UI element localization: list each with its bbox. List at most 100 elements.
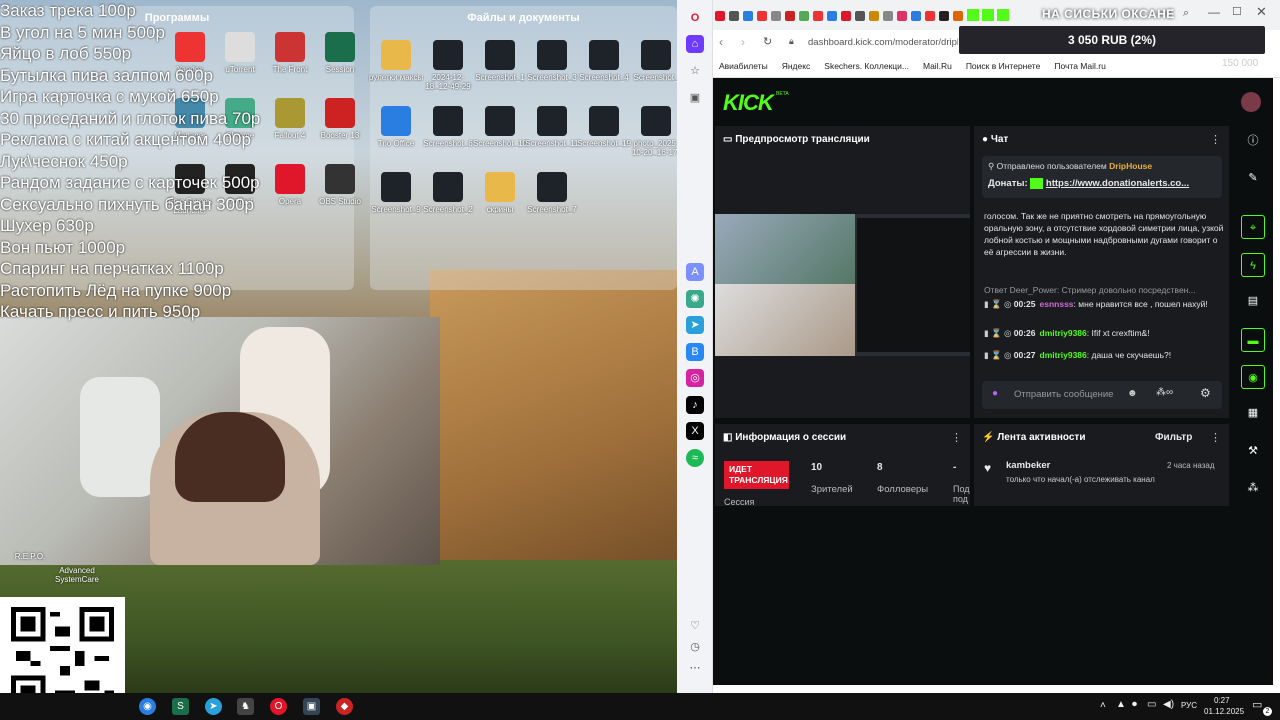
- desktop-icon-file[interactable]: рулетки максы: [368, 40, 424, 82]
- donate-link[interactable]: https://www.donationalerts.co...: [1046, 178, 1189, 189]
- bookmark-item[interactable]: Авиабилеты: [719, 61, 768, 71]
- desktop-icon-file[interactable]: Screenshot_9: [368, 172, 424, 214]
- rail-bolt-icon[interactable]: ϟ: [1241, 253, 1265, 277]
- desktop-icon-file[interactable]: Screenshot_3: [524, 40, 580, 82]
- desktop-icon-file[interactable]: Screenshot_2: [420, 172, 476, 214]
- forward-button[interactable]: ›: [741, 35, 745, 49]
- desktop-icon-file[interactable]: Screenshot_1: [472, 40, 528, 82]
- url-field[interactable]: dashboard.kick.com/moderator/driph: [808, 37, 958, 48]
- rail-info-icon[interactable]: ⓘ: [1241, 129, 1265, 153]
- chatgpt-icon[interactable]: ✺: [686, 290, 704, 308]
- telegram-task-icon[interactable]: ➤: [205, 698, 222, 715]
- desktop-icon-file[interactable]: Screenshot_6: [420, 106, 476, 148]
- message-user[interactable]: esnnsss: [1040, 299, 1074, 309]
- rail-edit-icon[interactable]: ✎: [1241, 166, 1265, 190]
- chat-input[interactable]: ● Отправить сообщение ☻: [982, 381, 1222, 409]
- stream-preview-video[interactable]: [715, 214, 970, 356]
- search-tabs-icon[interactable]: ⌕: [1183, 7, 1189, 20]
- tab-favicon[interactable]: [799, 11, 809, 21]
- tab-favicon[interactable]: [715, 11, 725, 21]
- home-icon[interactable]: ⌂: [686, 35, 704, 53]
- tab-favicon[interactable]: [855, 11, 865, 21]
- emoji-icon[interactable]: ☻: [1127, 388, 1138, 399]
- volume-icon[interactable]: ◀): [1163, 699, 1174, 710]
- app-task-icon[interactable]: ▣: [303, 698, 320, 715]
- tray-chevron-icon[interactable]: ˄: [1100, 700, 1106, 711]
- tab-favicon[interactable]: [729, 11, 739, 21]
- heart-icon[interactable]: ♡: [686, 617, 704, 635]
- history-icon[interactable]: ◷: [686, 638, 704, 656]
- tab-favicon[interactable]: [757, 11, 767, 21]
- booster-task-icon[interactable]: ◆: [336, 698, 353, 715]
- tab-favicon[interactable]: [785, 11, 795, 21]
- bookmark-item[interactable]: Яндекс: [782, 61, 811, 71]
- rail-wrench-icon[interactable]: ⚒: [1241, 439, 1265, 463]
- tab-favicon[interactable]: [911, 11, 921, 21]
- aria-icon[interactable]: A: [686, 263, 704, 281]
- message-user[interactable]: dmitriy9386: [1040, 350, 1087, 360]
- rail-chat-icon[interactable]: ▬: [1241, 328, 1265, 352]
- bookmark-item[interactable]: Почта Mail.ru: [1054, 61, 1105, 71]
- activity-user[interactable]: kambeker: [1006, 460, 1050, 471]
- bookmark-item[interactable]: Mail.Ru: [923, 61, 952, 71]
- kick-tab[interactable]: [997, 9, 1009, 21]
- chat-settings-icon[interactable]: ⚙: [1200, 386, 1211, 400]
- opera-logo-icon[interactable]: O: [686, 9, 704, 27]
- kick-tab[interactable]: [967, 9, 979, 21]
- clock-date[interactable]: 01.12.2025: [1204, 707, 1244, 716]
- tab-favicon[interactable]: [883, 11, 893, 21]
- bookmark-item[interactable]: Поиск в Интернете: [966, 61, 1041, 71]
- reload-button[interactable]: ↻: [763, 35, 772, 48]
- clock-time[interactable]: 0:27: [1214, 696, 1230, 705]
- desktop-icon-file[interactable]: Screenshot_19: [576, 106, 632, 148]
- bookmark-item[interactable]: Skechers. Коллекци...: [824, 61, 909, 71]
- desktop-icon-file[interactable]: скрины: [472, 172, 528, 214]
- desktop-icon-advanced-systemcare[interactable]: Advanced SystemCare: [47, 566, 107, 584]
- tab-favicon[interactable]: [827, 11, 837, 21]
- tiktok-icon[interactable]: ♪: [686, 396, 704, 414]
- activity-menu-button[interactable]: ⋮: [1210, 431, 1221, 444]
- pinned-user[interactable]: DripHouse: [1109, 161, 1152, 171]
- mic-tray-icon[interactable]: ⏺: [1132, 699, 1137, 710]
- vk-icon[interactable]: B: [686, 343, 704, 361]
- desktop-icon-repo[interactable]: R.E.P.O.: [0, 552, 60, 561]
- desktop-icon-file[interactable]: Screenshot_10: [472, 106, 528, 148]
- close-button[interactable]: ✕: [1256, 4, 1267, 20]
- minimize-button[interactable]: —: [1208, 5, 1220, 19]
- telegram-icon[interactable]: ➤: [686, 316, 704, 334]
- tab-favicon[interactable]: [897, 11, 907, 21]
- message-user[interactable]: dmitriy9386: [1040, 328, 1087, 338]
- instagram-icon[interactable]: ◎: [686, 369, 704, 387]
- tab-favicon[interactable]: [771, 11, 781, 21]
- tab-favicon[interactable]: [939, 11, 949, 21]
- rail-broadcast-icon[interactable]: ◉: [1241, 365, 1265, 389]
- language-indicator[interactable]: РУС: [1181, 701, 1197, 710]
- filter-button[interactable]: Фильтр: [1155, 432, 1192, 443]
- opera-task-icon[interactable]: O: [270, 698, 287, 715]
- network-icon[interactable]: ▭: [1147, 699, 1156, 710]
- desktop-icon-file[interactable]: Screenshot_4: [576, 40, 632, 82]
- game-task-icon[interactable]: ♞: [237, 698, 254, 715]
- tab-favicon[interactable]: [813, 11, 823, 21]
- session-menu-button[interactable]: ⋮: [951, 431, 962, 444]
- tab-favicon[interactable]: [841, 11, 851, 21]
- chat-menu-button[interactable]: ⋮: [1210, 133, 1221, 146]
- rail-focus-icon[interactable]: ⌖: [1241, 215, 1265, 239]
- spotify-icon[interactable]: ≈: [686, 449, 704, 467]
- desktop-icon-file[interactable]: 2024-12-18_12-49-29: [420, 40, 476, 91]
- back-button[interactable]: ‹: [719, 35, 723, 49]
- tab-favicon[interactable]: [743, 11, 753, 21]
- games-icon[interactable]: ▣: [686, 89, 704, 107]
- tab-favicon[interactable]: [925, 11, 935, 21]
- session-task-icon[interactable]: S: [172, 698, 189, 715]
- rail-notes-icon[interactable]: ▤: [1241, 289, 1265, 313]
- kick-logo[interactable]: KICK: [723, 90, 774, 116]
- mic-icon[interactable]: ●: [992, 388, 998, 399]
- kick-tab[interactable]: [982, 9, 994, 21]
- tray-app-icon[interactable]: ▲: [1116, 699, 1126, 710]
- notifications-icon[interactable]: ▭: [1252, 698, 1262, 711]
- tab-favicon[interactable]: [869, 11, 879, 21]
- x-icon[interactable]: X: [686, 422, 704, 440]
- desktop-icon-file[interactable]: Screenshot_11: [524, 106, 580, 148]
- star-icon[interactable]: ☆: [686, 62, 704, 80]
